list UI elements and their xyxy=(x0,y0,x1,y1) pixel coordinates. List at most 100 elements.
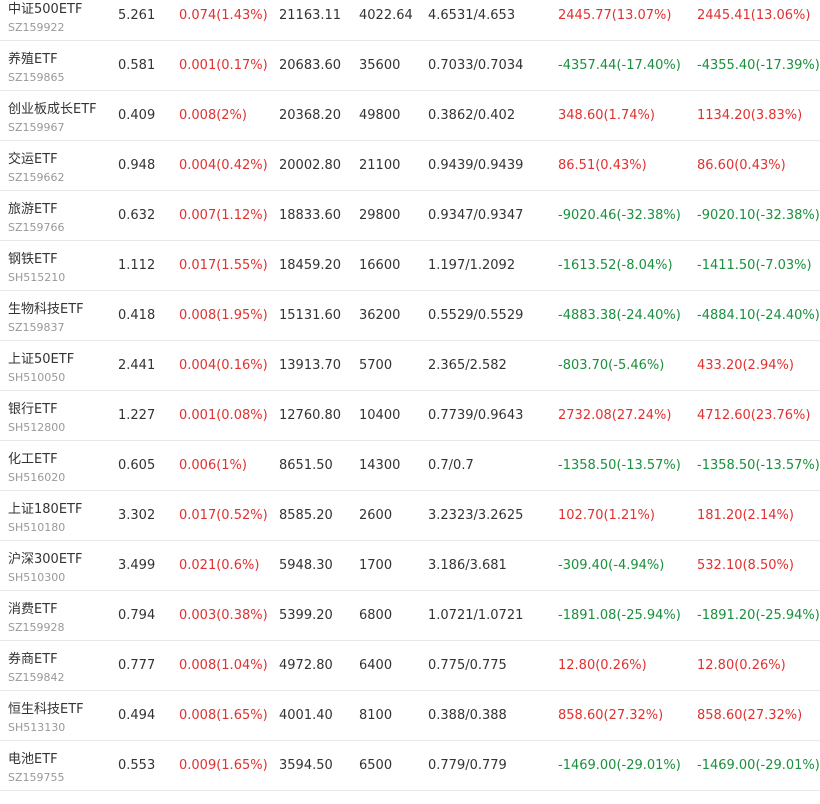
table-row[interactable]: 养殖ETF SZ159865 0.581 0.001(0.17%) 20683.60 35… xyxy=(0,41,820,91)
cost-cell: 0.775/0.775 xyxy=(428,658,507,673)
table-row[interactable]: 消费ETF SZ159928 0.794 0.003(0.38%) 5399.20 680… xyxy=(0,591,820,641)
market-value-cell: 12760.80 xyxy=(279,408,342,423)
shares-cell: 8100 xyxy=(359,708,393,723)
fund-code: SZ159865 xyxy=(8,71,65,84)
total-profit-cell: -4355.40(-17.39%) xyxy=(697,58,820,73)
market-value-cell: 21163.11 xyxy=(279,8,342,23)
cost-cell: 1.197/1.2092 xyxy=(428,258,516,273)
market-value-cell: 4972.80 xyxy=(279,658,333,673)
table-row[interactable]: 创业板成长ETF SZ159967 0.409 0.008(2%) 20368.20 49… xyxy=(0,91,820,141)
shares-cell: 6400 xyxy=(359,658,393,673)
table-row[interactable]: 中证500ETF SZ159922 5.261 0.074(1.43%) 21163.1… xyxy=(0,0,820,41)
price-cell: 1.112 xyxy=(118,258,156,273)
shares-cell: 35600 xyxy=(359,58,401,73)
total-profit-cell: 181.20(2.14%) xyxy=(697,508,794,523)
fund-code: SZ159928 xyxy=(8,621,65,634)
fund-name[interactable]: 消费ETF xyxy=(8,598,58,617)
market-value-cell: 18833.60 xyxy=(279,208,342,223)
table-row[interactable]: 券商ETF SZ159842 0.777 0.008(1.04%) 4972.80 640… xyxy=(0,641,820,691)
table-row[interactable]: 银行ETF SH512800 1.227 0.001(0.08%) 12760.80 10… xyxy=(0,391,820,441)
profit-cell: 86.51(0.43%) xyxy=(558,158,647,173)
change-cell: 0.008(2%) xyxy=(179,108,247,123)
profit-cell: -1358.50(-13.57%) xyxy=(558,458,681,473)
total-profit-cell: 532.10(8.50%) xyxy=(697,558,794,573)
change-cell: 0.017(1.55%) xyxy=(179,258,268,273)
fund-name[interactable]: 中证500ETF xyxy=(8,0,82,17)
shares-cell: 4022.64 xyxy=(359,8,413,23)
price-cell: 3.499 xyxy=(118,558,156,573)
fund-code: SH512800 xyxy=(8,421,66,434)
fund-name[interactable]: 交运ETF xyxy=(8,148,58,167)
cost-cell: 0.5529/0.5529 xyxy=(428,308,524,323)
table-row[interactable]: 钢铁ETF SH515210 1.112 0.017(1.55%) 18459.20 16… xyxy=(0,241,820,291)
change-cell: 0.008(1.65%) xyxy=(179,708,268,723)
shares-cell: 49800 xyxy=(359,108,401,123)
shares-cell: 14300 xyxy=(359,458,401,473)
shares-cell: 5700 xyxy=(359,358,393,373)
fund-name[interactable]: 恒生科技ETF xyxy=(8,698,84,717)
fund-code: SH516020 xyxy=(8,471,66,484)
fund-name[interactable]: 化工ETF xyxy=(8,448,58,467)
change-cell: 0.004(0.16%) xyxy=(179,358,268,373)
price-cell: 0.794 xyxy=(118,608,156,623)
shares-cell: 10400 xyxy=(359,408,401,423)
table-row[interactable]: 上证50ETF SH510050 2.441 0.004(0.16%) 13913.70… xyxy=(0,341,820,391)
change-cell: 0.003(0.38%) xyxy=(179,608,268,623)
change-cell: 0.001(0.17%) xyxy=(179,58,268,73)
table-row[interactable]: 化工ETF SH516020 0.605 0.006(1%) 8651.50 14300 0… xyxy=(0,441,820,491)
shares-cell: 36200 xyxy=(359,308,401,323)
fund-code: SH510050 xyxy=(8,371,66,384)
market-value-cell: 4001.40 xyxy=(279,708,333,723)
price-cell: 0.553 xyxy=(118,758,156,773)
fund-name[interactable]: 生物科技ETF xyxy=(8,298,84,317)
shares-cell: 2600 xyxy=(359,508,393,523)
total-profit-cell: 858.60(27.32%) xyxy=(697,708,803,723)
cost-cell: 0.388/0.388 xyxy=(428,708,507,723)
table-row[interactable]: 旅游ETF SZ159766 0.632 0.007(1.12%) 18833.60 29… xyxy=(0,191,820,241)
fund-name[interactable]: 养殖ETF xyxy=(8,48,58,67)
price-cell: 0.605 xyxy=(118,458,156,473)
profit-cell: 858.60(27.32%) xyxy=(558,708,664,723)
table-row[interactable]: 恒生科技ETF SH513130 0.494 0.008(1.65%) 4001.40 8… xyxy=(0,691,820,741)
price-cell: 2.441 xyxy=(118,358,156,373)
total-profit-cell: 12.80(0.26%) xyxy=(697,658,786,673)
table-row[interactable]: 生物科技ETF SZ159837 0.418 0.008(1.95%) 15131.60… xyxy=(0,291,820,341)
fund-name[interactable]: 银行ETF xyxy=(8,398,58,417)
total-profit-cell: -1469.00(-29.01%) xyxy=(697,758,820,773)
cost-cell: 3.2323/3.2625 xyxy=(428,508,524,523)
table-row[interactable]: 电池ETF SZ159755 0.553 0.009(1.65%) 3594.50 650… xyxy=(0,741,820,791)
table-row[interactable]: 交运ETF SZ159662 0.948 0.004(0.42%) 20002.80 21… xyxy=(0,141,820,191)
profit-cell: -4883.38(-24.40%) xyxy=(558,308,681,323)
total-profit-cell: 4712.60(23.76%) xyxy=(697,408,811,423)
fund-code: SZ159837 xyxy=(8,321,65,334)
total-profit-cell: -1891.20(-25.94%) xyxy=(697,608,820,623)
profit-cell: 2445.77(13.07%) xyxy=(558,8,672,23)
price-cell: 0.777 xyxy=(118,658,156,673)
profit-cell: -1469.00(-29.01%) xyxy=(558,758,681,773)
fund-code: SH513130 xyxy=(8,721,66,734)
table-row[interactable]: 上证180ETF SH510180 3.302 0.017(0.52%) 8585.20… xyxy=(0,491,820,541)
fund-code: SH510180 xyxy=(8,521,66,534)
fund-code: SH510300 xyxy=(8,571,66,584)
shares-cell: 1700 xyxy=(359,558,393,573)
change-cell: 0.008(1.04%) xyxy=(179,658,268,673)
change-cell: 0.017(0.52%) xyxy=(179,508,268,523)
fund-name[interactable]: 沪深300ETF xyxy=(8,548,82,567)
price-cell: 0.409 xyxy=(118,108,156,123)
price-cell: 5.261 xyxy=(118,8,156,23)
profit-cell: 348.60(1.74%) xyxy=(558,108,655,123)
total-profit-cell: -1411.50(-7.03%) xyxy=(697,258,812,273)
fund-name[interactable]: 旅游ETF xyxy=(8,198,58,217)
fund-name[interactable]: 创业板成长ETF xyxy=(8,98,97,117)
cost-cell: 0.779/0.779 xyxy=(428,758,507,773)
fund-code: SZ159755 xyxy=(8,771,65,784)
cost-cell: 0.9439/0.9439 xyxy=(428,158,524,173)
fund-name[interactable]: 上证180ETF xyxy=(8,498,82,517)
fund-name[interactable]: 钢铁ETF xyxy=(8,248,58,267)
price-cell: 0.418 xyxy=(118,308,156,323)
fund-name[interactable]: 电池ETF xyxy=(8,748,58,767)
profit-cell: -803.70(-5.46%) xyxy=(558,358,665,373)
fund-name[interactable]: 券商ETF xyxy=(8,648,58,667)
table-row[interactable]: 沪深300ETF SH510300 3.499 0.021(0.6%) 5948.30 1… xyxy=(0,541,820,591)
fund-name[interactable]: 上证50ETF xyxy=(8,348,74,367)
